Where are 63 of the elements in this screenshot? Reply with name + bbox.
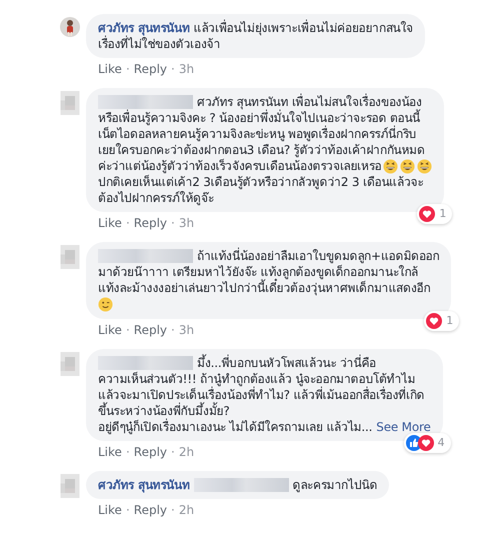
separator-dot: · — [171, 445, 175, 459]
reply-link[interactable]: Reply — [134, 62, 167, 76]
comment-text: เยยใครบอกคะว่าต้องฝากตอน3 เดือน? รู้ตัวว่าท้องเค้าฝากกันหมด — [98, 142, 425, 158]
reaction-badge[interactable]: 4 — [404, 432, 451, 453]
comment-time: 2h — [178, 503, 194, 517]
heart-reaction-icon — [426, 312, 442, 329]
reply-link[interactable]: Reply — [134, 503, 167, 517]
separator-dot: · — [126, 445, 130, 459]
comment-text: อยู่ดีๆนู๋ก็เปิดเรื่องมาเองนะ ไม่ได้มีใครถามเลย แล้วไม... — [98, 419, 372, 435]
heart-reaction-icon — [419, 206, 436, 222]
comment-text: เน็ตไอดอลหลายคนรู้ความจิงละข่ะหนู พอพูดเรื่องฝากครรภ์นี่กริบ — [98, 126, 416, 142]
like-link[interactable]: Like — [98, 503, 122, 517]
comment-time: 2h — [178, 445, 194, 459]
reaction-count: 1 — [439, 206, 446, 222]
comment-text: แล้วเพื่อนไม่ยุ่งเพราะเพื่อนไม่ค่อยอยากสนใจ — [194, 20, 413, 36]
comment-text: ถ้าแท้งนี่น้องอย่าลืมเอาใบขูดมดลูก+แอดมิดออก — [197, 248, 440, 264]
comment-text: หรือเพื่อนรู้ความจิงคะ ? น้องอย่าพึ่งมั่นใจไปเนอะว่าจะรอด ตอนนี้ — [98, 110, 420, 126]
like-link[interactable]: Like — [98, 216, 122, 230]
reply-link[interactable]: Reply — [134, 216, 167, 230]
author-name[interactable]: ศวภัทร สุนทรนันท — [98, 20, 190, 36]
separator-dot: · — [171, 62, 175, 76]
comment-text: แท้งละม้างงงอย่าเล่นยาวไปกว่านี้เดี๋ยวต้องวุ่นหาศพเด็กมาแสดงอีก — [98, 280, 430, 296]
reply-link[interactable]: Reply — [134, 323, 167, 337]
reply-link[interactable]: Reply — [134, 445, 167, 459]
winking-emoji-icon — [98, 297, 113, 312]
comment-text: ดูละครมากไปนิด — [292, 477, 378, 493]
comment-text: เรื่องที่ไม่ใช่ของตัวเองจ้า — [98, 36, 220, 52]
comment-text: มาด้วยน๊าาาา เตรียมหาไว้ยังจ๊ะ แท้งลูกต้องขูดเด็กออกมานะใกล้ — [98, 264, 418, 280]
separator-dot: · — [171, 216, 175, 230]
comment-time: 3h — [178, 216, 194, 230]
laughing-emoji-icon — [417, 158, 432, 174]
like-link[interactable]: Like — [98, 323, 122, 337]
reaction-count: 1 — [446, 312, 454, 328]
reaction-badge[interactable]: 1 — [424, 310, 460, 331]
comment-time: 3h — [178, 323, 194, 337]
comment-text: ค่ะว่าแต่น้องรู้ตัวว่าท้องเร็วจังครบเดือนน้องตรวจเลยเหรอ — [98, 158, 382, 174]
comment-text: ศวภัทร สุนทรนันท เพื่อนไม่สนใจเรื่องของน้อง — [197, 94, 422, 110]
reaction-badge[interactable]: 1 — [417, 204, 452, 224]
laughing-emoji-icon — [400, 158, 416, 174]
see-more-link[interactable]: See More — [376, 419, 431, 435]
separator-dot: · — [126, 62, 130, 76]
comment-time: 3h — [178, 62, 194, 76]
separator-dot: · — [126, 503, 130, 517]
comment-text: ความเห็นส่วนตัว!!! ถ้านู๋ทำถูกต้องแล้ว นู๋จะออกมาตอบโต้ทำไม — [98, 371, 416, 386]
blurred-avatar — [60, 91, 80, 115]
separator-dot: · — [126, 323, 130, 337]
comment-text: ปกติเคยเห็นแต่เค้า2 3เดือนรู้ตัวหรือว่ากลัวพูดว่า2 3 เดือนแล้วจะ — [98, 174, 424, 190]
separator-dot: · — [126, 216, 130, 230]
blurred-avatar — [60, 352, 80, 376]
like-link[interactable]: Like — [98, 62, 122, 76]
laughing-emoji-icon — [383, 158, 398, 174]
comment-text: แล้วจะมาเปิดประเด็นเรื่องน้องพี่ทำไม? แล้วพี่เม้นออกสื่อเรื่องที่เกิด — [98, 387, 424, 402]
heart-reaction-icon — [418, 434, 434, 451]
comment-text: ต้องไปฝากครรภ์ให้ดูจ๊ะ — [98, 190, 214, 206]
blurred-avatar — [60, 245, 80, 269]
comment-text: มึ้ง...พี่บอกบนหัวโพสแล้วนะ ว่านี่คือ — [197, 355, 376, 371]
reaction-count: 4 — [438, 434, 445, 450]
separator-dot: · — [171, 503, 175, 517]
blurred-avatar — [60, 474, 80, 498]
separator-dot: · — [171, 323, 175, 337]
like-link[interactable]: Like — [98, 445, 122, 459]
comment-text: ขึ้นระหว่างน้องพี่กับมึ้งมั้ย? — [98, 403, 230, 418]
author-name[interactable]: ศวภัทร สุนทรนันท — [98, 477, 190, 493]
